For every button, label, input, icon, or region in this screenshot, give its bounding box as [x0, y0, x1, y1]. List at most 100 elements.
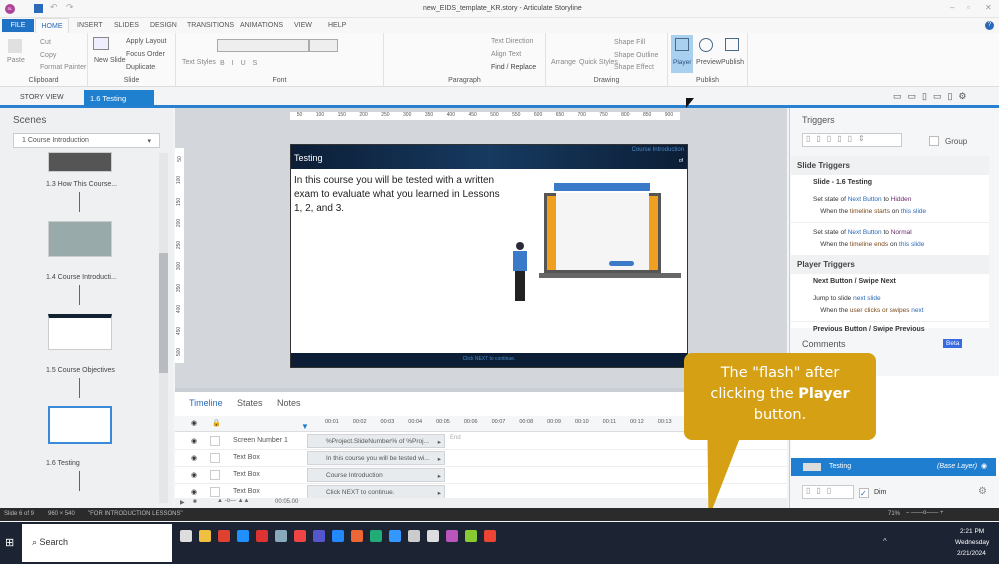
timeline-bar[interactable]: In this course you will be tested wi... ▸: [307, 451, 445, 465]
timeline-bar[interactable]: %Project.SlideNumber% of %Proj... ▸: [307, 434, 445, 448]
taskbar-app-icon[interactable]: [313, 530, 325, 542]
format-buttons[interactable]: BIUS: [220, 60, 264, 67]
tab-help[interactable]: HELP: [328, 22, 346, 29]
eye-icon[interactable]: ◉: [191, 437, 197, 445]
eye-icon[interactable]: ◉: [191, 471, 197, 479]
playhead-icon[interactable]: ▼: [301, 422, 309, 431]
taskbar-app-icon[interactable]: [465, 530, 477, 542]
taskbar-app-icon[interactable]: [256, 530, 268, 542]
lock-checkbox[interactable]: [210, 436, 220, 446]
tab-file[interactable]: FILE: [2, 19, 34, 32]
help-icon[interactable]: ?: [985, 21, 994, 30]
timeline-row[interactable]: ◉ Text Box In this course you will be te…: [175, 450, 787, 467]
tray-chevron[interactable]: ^: [883, 537, 887, 546]
text-direction-button[interactable]: Text Direction: [491, 38, 533, 45]
taskbar-app-icon[interactable]: [218, 530, 230, 542]
undo-icon[interactable]: ↶: [50, 2, 58, 13]
tab-insert[interactable]: INSERT: [77, 22, 103, 29]
tab-view[interactable]: VIEW: [294, 22, 312, 29]
timeline-row[interactable]: ◉ Text Box Course Introduction ▸: [175, 467, 787, 484]
taskbar-app-icon[interactable]: [370, 530, 382, 542]
taskbar-app-icon[interactable]: [180, 530, 192, 542]
device-preview-icons[interactable]: ▭▭▯▭▯⚙: [893, 91, 972, 102]
lock-checkbox[interactable]: [210, 453, 220, 463]
paste-button[interactable]: Paste: [7, 57, 25, 64]
format-painter-button[interactable]: Format Painter: [40, 64, 86, 71]
find-replace-button[interactable]: Find / Replace: [491, 64, 536, 71]
save-icon[interactable]: [34, 4, 43, 13]
cut-button[interactable]: Cut: [40, 39, 51, 46]
align-text-button[interactable]: Align Text: [491, 51, 521, 58]
arrange-button[interactable]: Arrange: [551, 59, 576, 66]
layer-toolbar[interactable]: ▯▯▯: [802, 485, 854, 499]
eye-icon[interactable]: ◉: [191, 454, 197, 462]
text-styles-button[interactable]: Text Styles: [182, 59, 216, 66]
lock-checkbox[interactable]: [210, 470, 220, 480]
publish-button[interactable]: Publish: [721, 59, 744, 66]
dim-checkbox[interactable]: ✓: [859, 488, 869, 498]
quick-styles-button[interactable]: Quick Styles: [579, 59, 618, 66]
shape-outline-button[interactable]: Shape Outline: [614, 52, 658, 59]
taskbar-app-icon[interactable]: [351, 530, 363, 542]
zoom-slider[interactable]: – ——o—— +: [906, 510, 944, 516]
tab-notes[interactable]: Notes: [277, 398, 301, 408]
tab-active-slide[interactable]: 1.6 Testing: [84, 90, 154, 106]
trigger-item[interactable]: Set state of Next Button to Normal When …: [791, 223, 989, 255]
layer-settings-icon[interactable]: ⚙: [978, 486, 987, 497]
play-icon[interactable]: ▶: [180, 499, 185, 506]
trigger-item[interactable]: Set state of Next Button to Hidden When …: [791, 190, 989, 223]
maximize-button[interactable]: ▫: [967, 3, 970, 12]
shape-effect-button[interactable]: Shape Effect: [614, 64, 654, 71]
stop-icon[interactable]: ■: [193, 499, 197, 505]
taskbar-app-icon[interactable]: [332, 530, 344, 542]
focus-order-button[interactable]: Focus Order: [126, 51, 165, 58]
player-trigger-group[interactable]: Previous Button / Swipe Previous: [791, 322, 989, 337]
layer-item-base[interactable]: Testing (Base Layer) ◉: [791, 458, 996, 476]
close-button[interactable]: ✕: [985, 3, 992, 12]
taskbar-search[interactable]: ⌕ Search: [22, 524, 172, 562]
tab-states[interactable]: States: [237, 398, 263, 408]
lock-icon[interactable]: 🔒: [212, 419, 221, 427]
font-size-select[interactable]: [309, 39, 338, 52]
tab-story-view[interactable]: STORY VIEW: [20, 94, 64, 101]
new-slide-button[interactable]: New Slide: [94, 57, 126, 64]
apply-layout-button[interactable]: Apply Layout: [126, 38, 166, 45]
eye-icon[interactable]: ◉: [981, 462, 987, 470]
slide-thumbnail[interactable]: [48, 221, 112, 257]
taskbar-app-icon[interactable]: [389, 530, 401, 542]
taskbar-app-icon[interactable]: [275, 530, 287, 542]
taskbar-app-icon[interactable]: [446, 530, 458, 542]
group-checkbox[interactable]: [929, 136, 939, 146]
zoom-slider[interactable]: ▲ -o— ▲▲: [217, 498, 249, 504]
avatar[interactable]: SL: [5, 4, 15, 14]
slide-thumbnail[interactable]: [48, 314, 112, 350]
taskbar-app-icon[interactable]: [237, 530, 249, 542]
tab-transitions[interactable]: TRANSITIONS: [187, 22, 234, 29]
scenes-scrollbar[interactable]: [159, 153, 168, 503]
taskbar-app-icon[interactable]: [408, 530, 420, 542]
clock-date[interactable]: 2/21/2024: [957, 550, 986, 557]
duplicate-button[interactable]: Duplicate: [126, 64, 155, 71]
windows-start-icon[interactable]: ⊞: [5, 536, 14, 549]
redo-icon[interactable]: ↷: [66, 2, 74, 13]
timeline-bar[interactable]: Course Introduction ▸: [307, 468, 445, 482]
taskbar-app-icon[interactable]: [294, 530, 306, 542]
minimize-button[interactable]: –: [950, 3, 954, 12]
shape-fill-button[interactable]: Shape Fill: [614, 39, 645, 46]
lock-checkbox[interactable]: [210, 487, 220, 497]
taskbar-app-icon[interactable]: [484, 530, 496, 542]
taskbar-app-icon[interactable]: [427, 530, 439, 542]
clock-time[interactable]: 2:21 PM: [960, 528, 984, 535]
slide-thumbnail-selected[interactable]: [48, 406, 112, 444]
taskbar-app-icon[interactable]: [199, 530, 211, 542]
scene-select[interactable]: 1 Course Introduction ▾: [13, 133, 160, 148]
font-family-select[interactable]: [217, 39, 309, 52]
tab-animations[interactable]: ANIMATIONS: [240, 22, 283, 29]
tab-home[interactable]: HOME: [35, 18, 69, 33]
slide-trigger-group[interactable]: Slide - 1.6 Testing: [791, 175, 989, 190]
eye-icon[interactable]: ◉: [191, 419, 197, 427]
preview-button[interactable]: Preview: [696, 59, 721, 66]
clock-day[interactable]: Wednesday: [955, 539, 989, 546]
trigger-item[interactable]: Jump to slide next slide When the user c…: [791, 289, 989, 322]
player-trigger-group[interactable]: Next Button / Swipe Next: [791, 274, 989, 289]
